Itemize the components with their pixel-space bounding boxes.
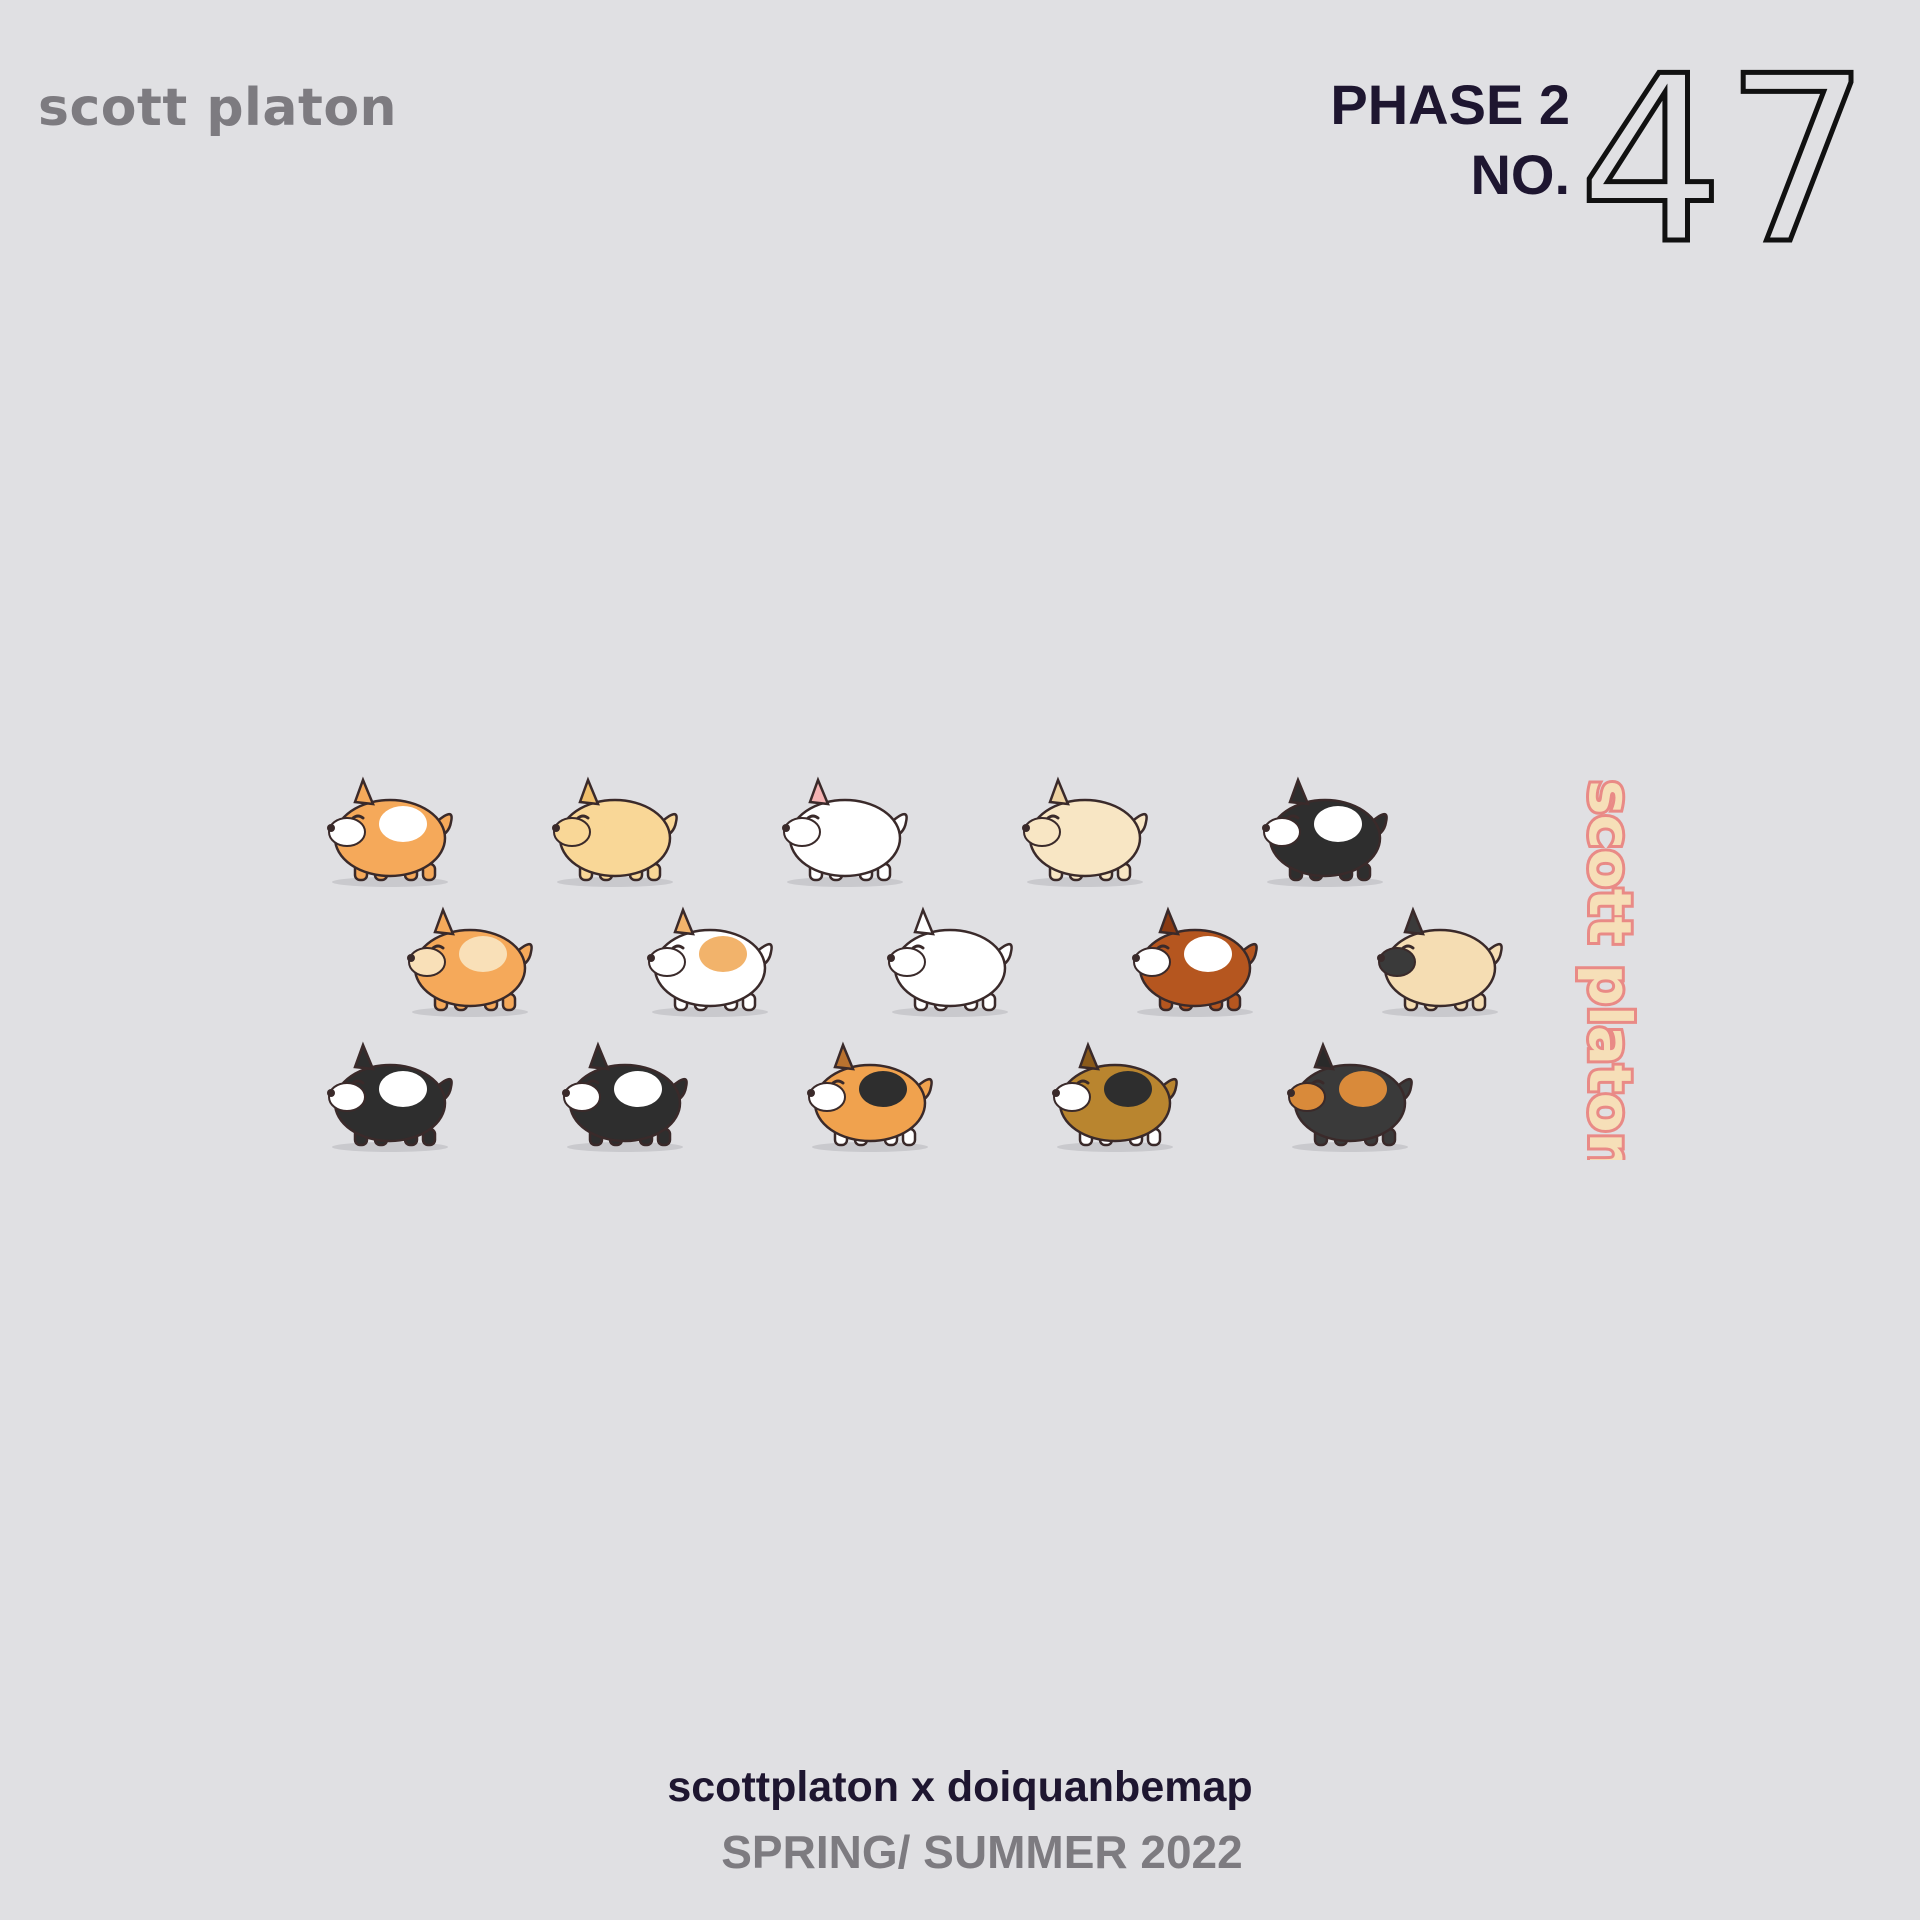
dog-patch <box>699 936 747 972</box>
phase-label: PHASE 2 <box>1330 73 1570 136</box>
dog-nose <box>807 1089 815 1097</box>
dog-muzzle <box>328 1082 366 1112</box>
dog-nose <box>1287 1089 1295 1097</box>
dog-muzzle <box>1023 817 1061 847</box>
dog-patch <box>604 806 652 842</box>
dog-muzzle <box>408 947 446 977</box>
dog-nose <box>327 1089 335 1097</box>
dog-husky <box>327 1041 453 1152</box>
dog-patch <box>379 806 427 842</box>
dog-nose <box>1052 1089 1060 1097</box>
dog-patch <box>834 806 882 842</box>
dog-nose <box>887 954 895 962</box>
dog-beagle <box>807 1041 933 1152</box>
dog-muzzle <box>648 947 686 977</box>
dog-muzzle <box>1133 947 1171 977</box>
dog-patch <box>859 1071 907 1107</box>
dog-pug <box>1377 906 1503 1017</box>
dog-ear <box>433 906 455 936</box>
dog-patch <box>1314 806 1362 842</box>
dog-muzzle <box>1053 1082 1091 1112</box>
dog-patch <box>1429 936 1477 972</box>
dog-shiba <box>407 906 533 1017</box>
dog-ear <box>588 1041 610 1071</box>
dog-ear <box>673 906 695 936</box>
dog-patch <box>939 936 987 972</box>
dog-patch <box>1104 1071 1152 1107</box>
vertical-brand-text: scott platon <box>1576 780 1644 1160</box>
dog-muzzle <box>1263 817 1301 847</box>
number-label: NO. <box>1470 143 1570 206</box>
dog-boston-terrier <box>562 1041 688 1152</box>
dog-ear <box>913 906 935 936</box>
dog-border-collie <box>1262 776 1388 887</box>
dog-illustrations <box>327 776 1503 1152</box>
dog-samoyed <box>887 906 1013 1017</box>
dog-nose <box>327 824 335 832</box>
dog-bull-terrier <box>782 776 908 887</box>
dog-patch <box>1074 806 1122 842</box>
season-subtitle: SPRING/ SUMMER 2022 <box>721 1826 1243 1878</box>
dog-muzzle <box>888 947 926 977</box>
dog-muzzle <box>808 1082 846 1112</box>
brand-logo-text: scott platon <box>38 78 398 138</box>
dog-nose <box>647 954 655 962</box>
dog-nose <box>1022 824 1030 832</box>
dog-nose <box>1262 824 1270 832</box>
dog-ear <box>1048 776 1070 806</box>
dog-patch <box>379 1071 427 1107</box>
dog-muzzle <box>1288 1082 1326 1112</box>
dog-nose <box>782 824 790 832</box>
dog-muzzle <box>563 1082 601 1112</box>
dog-patch <box>614 1071 662 1107</box>
collab-title: scottplaton x doiquanbemap <box>667 1763 1253 1811</box>
issue-number: 47 <box>1578 60 1858 260</box>
dog-ear <box>353 776 375 806</box>
dog-ear <box>578 776 600 806</box>
dog-ear <box>1313 1041 1335 1071</box>
dog-nose <box>407 954 415 962</box>
dog-muzzle <box>783 817 821 847</box>
dog-muzzle <box>553 817 591 847</box>
dog-nose <box>552 824 560 832</box>
dog-nose <box>1377 954 1385 962</box>
dog-muzzle <box>1378 947 1416 977</box>
dog-nose <box>562 1089 570 1097</box>
dog-corgi <box>327 776 453 887</box>
phase-block: PHASE 2 NO. <box>1330 70 1570 210</box>
dog-muzzle <box>328 817 366 847</box>
dog-ear <box>808 776 830 806</box>
dog-ear <box>1288 776 1310 806</box>
dog-ear <box>833 1041 855 1071</box>
dog-ear <box>1158 906 1180 936</box>
dog-ear <box>1403 906 1425 936</box>
dog-ear <box>1078 1041 1100 1071</box>
vertical-brand-badge: scott platon <box>1573 780 1647 1160</box>
dog-golden-retriever <box>552 776 678 887</box>
issue-number-text: 47 <box>1578 60 1858 260</box>
dog-patch <box>1339 1071 1387 1107</box>
dog-labrador <box>1022 776 1148 887</box>
dog-basset-hound <box>1052 1041 1178 1152</box>
dog-patch <box>459 936 507 972</box>
dog-patch <box>1184 936 1232 972</box>
dog-nose <box>1132 954 1140 962</box>
dog-ear <box>353 1041 375 1071</box>
dog-jack-russell <box>647 906 773 1017</box>
dog-saint-bernard <box>1132 906 1258 1017</box>
dog-rottweiler <box>1287 1041 1413 1152</box>
